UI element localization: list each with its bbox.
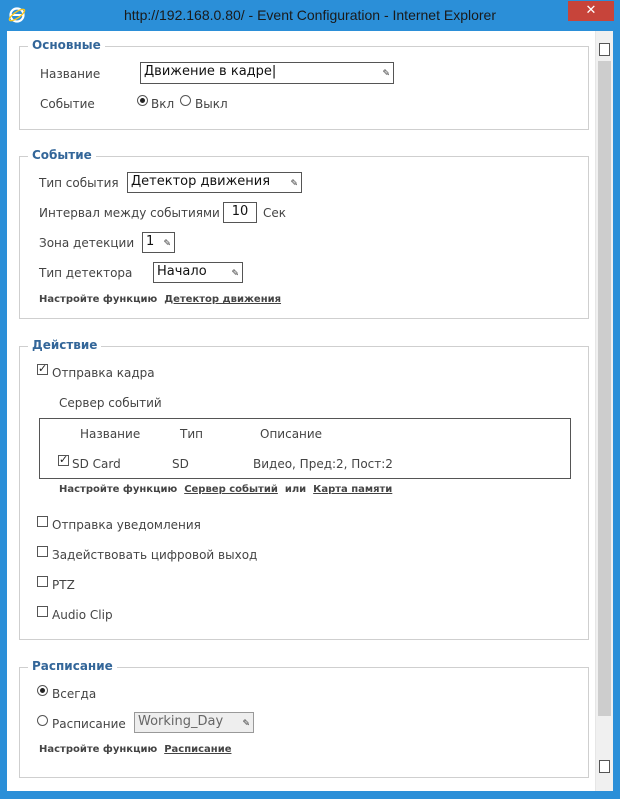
schedule-hint-prefix: Настройте функцию bbox=[39, 744, 158, 755]
zone-label: Зона детекции bbox=[39, 236, 135, 250]
event-server-label: Сервер событий bbox=[59, 396, 162, 410]
column-header-type: Тип bbox=[180, 427, 203, 441]
send-notification-label: Отправка уведомления bbox=[52, 518, 201, 532]
edit-icon: ✎ bbox=[290, 179, 298, 189]
page-content: Основные Название Движение в кадре| ✎ Со… bbox=[7, 31, 613, 791]
event-server-link[interactable]: Сервер событий bbox=[184, 484, 278, 495]
ptz-label: PTZ bbox=[52, 578, 75, 592]
schedule-section: Расписание Всегда Расписание Working_Day… bbox=[19, 659, 589, 778]
detector-type-value: Начало bbox=[157, 264, 207, 279]
interval-input[interactable]: 10 bbox=[223, 202, 257, 223]
event-label: Событие bbox=[40, 97, 95, 111]
event-type-value: Детектор движения bbox=[131, 174, 271, 189]
memory-card-link[interactable]: Карта памяти bbox=[313, 484, 392, 495]
event-on-label: Вкл bbox=[151, 97, 175, 111]
event-hint: Настройте функцию Детектор движения bbox=[39, 294, 281, 305]
sd-card-checkbox[interactable] bbox=[58, 453, 69, 466]
action-legend: Действие bbox=[28, 338, 102, 352]
digital-output-checkbox[interactable] bbox=[37, 546, 48, 557]
row-name: SD Card bbox=[72, 457, 121, 471]
audio-clip-checkbox[interactable] bbox=[37, 606, 48, 617]
send-frame-label: Отправка кадра bbox=[52, 366, 155, 380]
audio-clip-label: Audio Clip bbox=[52, 608, 113, 622]
column-header-description: Описание bbox=[260, 427, 323, 441]
event-hint-prefix: Настройте функцию bbox=[39, 294, 158, 305]
name-label: Название bbox=[40, 67, 101, 81]
edit-icon: ✎ bbox=[382, 69, 390, 79]
schedule-select[interactable]: Working_Day ✎ bbox=[134, 712, 254, 733]
digital-output-label: Задействовать цифровой выход bbox=[52, 548, 258, 562]
detector-type-label: Тип детектора bbox=[39, 266, 133, 280]
vertical-scrollbar[interactable] bbox=[595, 31, 613, 791]
send-frame-checkbox[interactable] bbox=[37, 362, 48, 375]
event-type-select[interactable]: Детектор движения ✎ bbox=[127, 172, 302, 193]
window-title: http://192.168.0.80/ - Event Configurati… bbox=[124, 7, 496, 23]
scroll-thumb[interactable] bbox=[598, 61, 611, 716]
title-bar: http://192.168.0.80/ - Event Configurati… bbox=[0, 0, 620, 31]
name-value: Движение в кадре bbox=[144, 64, 272, 79]
schedule-value: Working_Day bbox=[138, 714, 224, 729]
event-server-table: Название Тип Описание SD Card SD Видео, … bbox=[39, 418, 571, 479]
schedule-custom-radio[interactable] bbox=[37, 715, 48, 726]
name-input[interactable]: Движение в кадре| ✎ bbox=[140, 62, 394, 84]
action-hint-prefix: Настройте функцию bbox=[59, 484, 178, 495]
interval-value: 10 bbox=[231, 204, 249, 219]
close-button[interactable]: ✕ bbox=[568, 1, 614, 21]
action-section: Действие Отправка кадра Сервер событий Н… bbox=[19, 338, 589, 640]
schedule-link[interactable]: Расписание bbox=[164, 744, 231, 755]
detector-type-select[interactable]: Начало ✎ bbox=[153, 262, 243, 283]
edit-icon: ✎ bbox=[163, 239, 171, 249]
ptz-checkbox[interactable] bbox=[37, 576, 48, 587]
row-description: Видео, Пред:2, Пост:2 bbox=[253, 457, 393, 471]
ie-window: http://192.168.0.80/ - Event Configurati… bbox=[0, 0, 620, 799]
scroll-up-button[interactable] bbox=[599, 43, 610, 56]
event-type-label: Тип события bbox=[39, 176, 119, 190]
scroll-down-button[interactable] bbox=[599, 760, 610, 773]
interval-label: Интервал между событиями bbox=[39, 206, 220, 220]
send-notification-checkbox[interactable] bbox=[37, 516, 48, 527]
basic-section: Основные Название Движение в кадре| ✎ Со… bbox=[19, 38, 589, 130]
event-on-radio[interactable] bbox=[137, 95, 148, 106]
action-hint-or: или bbox=[284, 484, 307, 495]
schedule-custom-label: Расписание bbox=[52, 717, 126, 731]
event-off-label: Выкл bbox=[195, 97, 228, 111]
basic-legend: Основные bbox=[28, 38, 105, 52]
row-type: SD bbox=[172, 457, 189, 471]
event-off-radio[interactable] bbox=[180, 95, 191, 106]
interval-unit: Сек bbox=[263, 206, 287, 220]
edit-icon: ✎ bbox=[231, 269, 239, 279]
action-hint: Настройте функцию Сервер событий или Кар… bbox=[59, 484, 392, 495]
schedule-always-label: Всегда bbox=[52, 687, 97, 701]
zone-select[interactable]: 1 ✎ bbox=[142, 232, 175, 253]
zone-value: 1 bbox=[146, 234, 155, 249]
edit-icon: ✎ bbox=[242, 719, 250, 729]
column-header-name: Название bbox=[80, 427, 141, 441]
event-section: Событие Тип события Детектор движения ✎ … bbox=[19, 148, 589, 319]
schedule-hint: Настройте функцию Расписание bbox=[39, 744, 231, 755]
event-legend: Событие bbox=[28, 148, 96, 162]
schedule-legend: Расписание bbox=[28, 659, 117, 673]
motion-detector-link[interactable]: Детектор движения bbox=[164, 294, 281, 305]
schedule-always-radio[interactable] bbox=[37, 685, 48, 696]
